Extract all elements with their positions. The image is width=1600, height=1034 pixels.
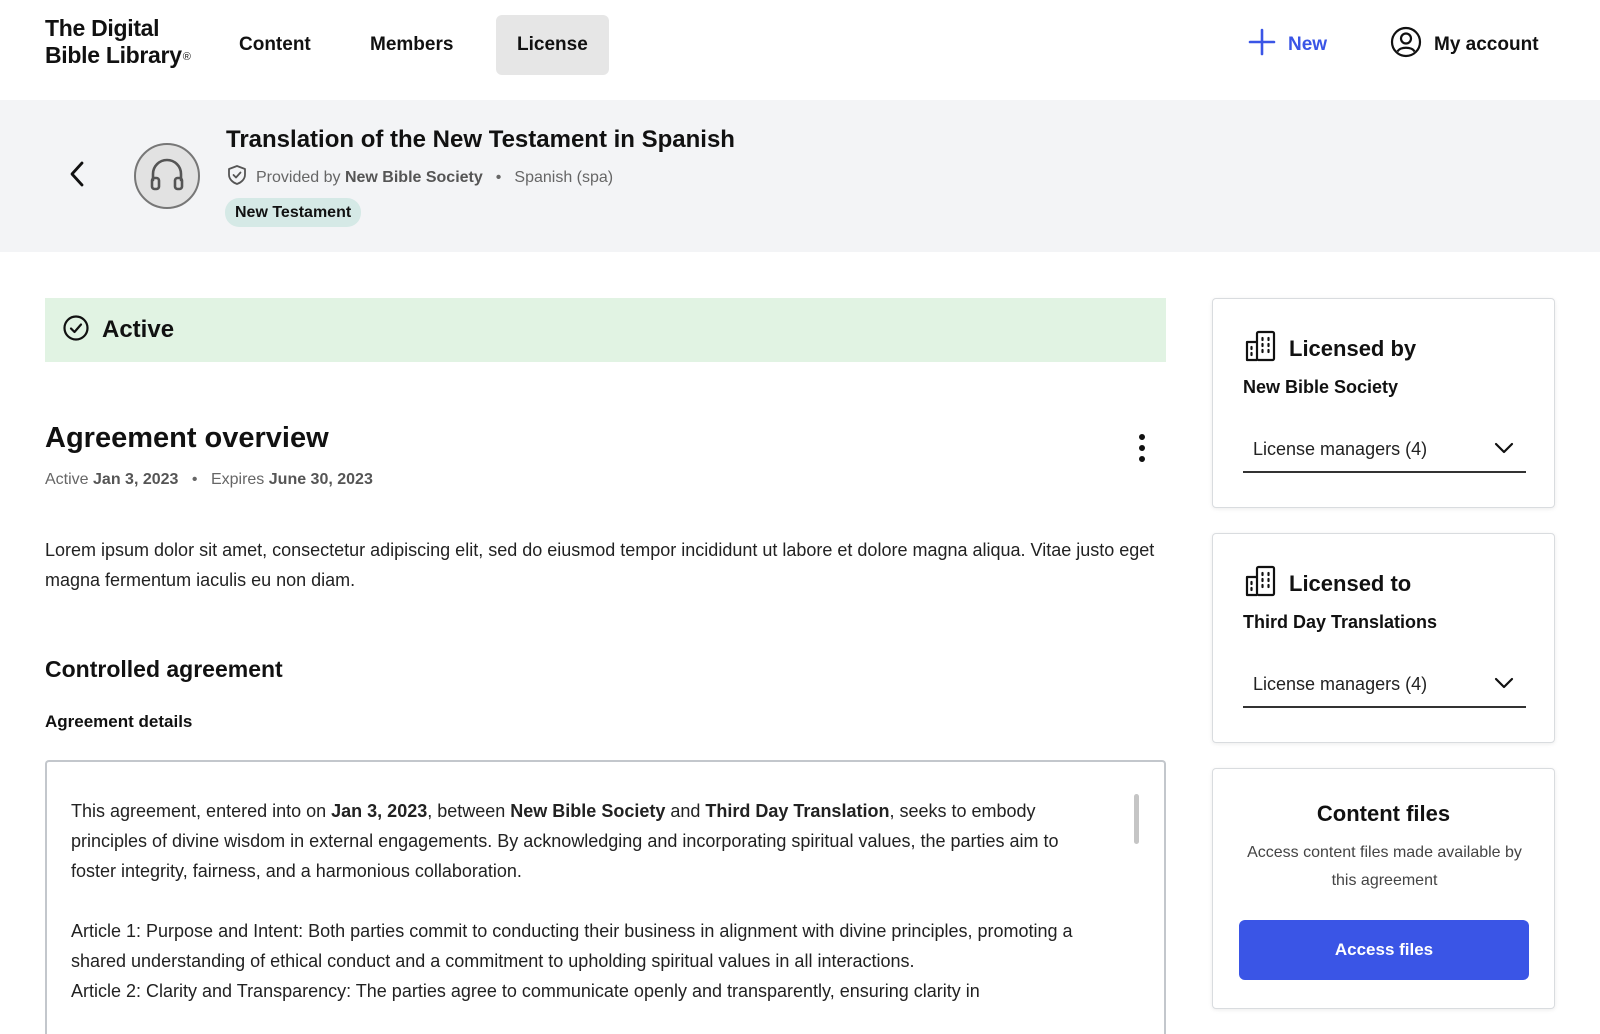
licensed-by-managers-dropdown[interactable]: License managers (4) — [1243, 427, 1526, 473]
agreement-details-label: Agreement details — [45, 712, 193, 731]
provided-by-prefix: Provided by — [256, 168, 341, 186]
media-avatar — [134, 143, 200, 209]
intro-text-c: and — [665, 801, 706, 821]
resource-title: Translation of the New Testament in Span… — [226, 126, 735, 153]
chevron-left-icon — [68, 160, 86, 193]
status-banner: Active — [45, 298, 1166, 362]
licensed-to-card: Licensed to Third Day Translations Licen… — [1212, 533, 1555, 743]
more-options-button[interactable] — [1130, 430, 1154, 466]
nav-item-content[interactable]: Content — [218, 15, 332, 75]
licensed-by-managers-value: License managers (4) — [1253, 438, 1428, 459]
licensed-to-managers-value: License managers (4) — [1253, 673, 1428, 694]
content-files-card: Content files Access content files made … — [1212, 768, 1555, 1009]
active-date: Jan 3, 2023 — [93, 471, 179, 488]
building-icon — [1243, 329, 1277, 369]
licensed-to-managers-dropdown[interactable]: License managers (4) — [1243, 662, 1526, 708]
dates-separator: • — [191, 471, 198, 488]
my-account-label: My account — [1434, 34, 1539, 55]
check-circle-icon — [62, 314, 90, 347]
building-icon — [1243, 564, 1277, 604]
headphones-icon — [147, 154, 187, 199]
kebab-dot-icon — [1139, 445, 1145, 451]
expires-date: June 30, 2023 — [268, 471, 373, 488]
content-files-description: Access content files made available by t… — [1247, 844, 1522, 889]
intro-text-b: , between — [427, 801, 511, 821]
meta-separator: • — [495, 168, 502, 186]
kebab-dot-icon — [1139, 434, 1145, 440]
resource-header: Translation of the New Testament in Span… — [0, 100, 1600, 252]
controlled-agreement-title: Controlled agreement — [45, 656, 283, 682]
intro-text-a: This agreement, entered into on — [71, 801, 332, 821]
agreement-dates: Active Jan 3, 2023 • Expires June 30, 20… — [45, 471, 373, 489]
article-1: Article 1: Purpose and Intent: Both part… — [71, 921, 1073, 971]
logo-line1: The Digital — [45, 15, 160, 41]
article-2: Article 2: Clarity and Transparency: The… — [71, 981, 980, 1001]
agreement-overview-title: Agreement overview — [45, 422, 329, 454]
testament-tag: New Testament — [225, 198, 362, 227]
agreement-details-textbox[interactable]: This agreement, entered into on Jan 3, 2… — [45, 760, 1166, 1034]
user-circle-icon — [1390, 26, 1422, 64]
back-button[interactable] — [62, 156, 92, 196]
licensed-to-org: Third Day Translations — [1243, 612, 1438, 632]
kebab-dot-icon — [1139, 456, 1145, 462]
new-button[interactable]: New — [1248, 26, 1327, 64]
licensed-by-header: Licensed by — [1243, 329, 1416, 369]
logo-line2: Bible Library — [45, 42, 182, 68]
nav-item-members[interactable]: Members — [349, 15, 474, 75]
chevron-down-icon — [1494, 439, 1514, 460]
intro-party2: Third Day Translation — [705, 801, 890, 821]
intro-party1: New Bible Society — [510, 801, 666, 821]
language-label: Spanish (spa) — [514, 168, 614, 186]
agreement-description: Lorem ipsum dolor sit amet, consectetur … — [45, 540, 1155, 590]
active-prefix: Active — [45, 471, 89, 488]
status-label: Active — [102, 316, 175, 343]
licensed-by-card: Licensed by New Bible Society License ma… — [1212, 298, 1555, 508]
plus-icon — [1248, 28, 1276, 62]
logo-registered-mark: ® — [182, 51, 191, 63]
new-button-label: New — [1288, 34, 1328, 55]
shield-check-icon — [226, 164, 248, 191]
agreement-intro-paragraph: This agreement, entered into on Jan 3, 2… — [71, 796, 1104, 886]
top-nav: The Digital Bible Library® Content Membe… — [0, 0, 1600, 100]
provider-name: New Bible Society — [344, 168, 483, 186]
intro-date: Jan 3, 2023 — [331, 801, 428, 821]
expires-prefix: Expires — [210, 471, 265, 488]
licensed-to-header: Licensed to — [1243, 564, 1411, 604]
details-scrollbar[interactable] — [1134, 794, 1139, 844]
content-files-title: Content files — [1316, 801, 1451, 826]
logo[interactable]: The Digital Bible Library® — [45, 15, 191, 69]
nav-item-license[interactable]: License — [496, 15, 609, 75]
chevron-down-icon — [1494, 674, 1514, 695]
resource-meta: Provided by New Bible Society • Spanish … — [226, 164, 613, 191]
my-account-button[interactable]: My account — [1390, 26, 1539, 64]
access-files-button[interactable]: Access files — [1239, 920, 1529, 980]
licensed-by-title: Licensed by — [1289, 336, 1417, 361]
licensed-to-title: Licensed to — [1289, 571, 1412, 596]
licensed-by-org: New Bible Society — [1243, 377, 1399, 397]
